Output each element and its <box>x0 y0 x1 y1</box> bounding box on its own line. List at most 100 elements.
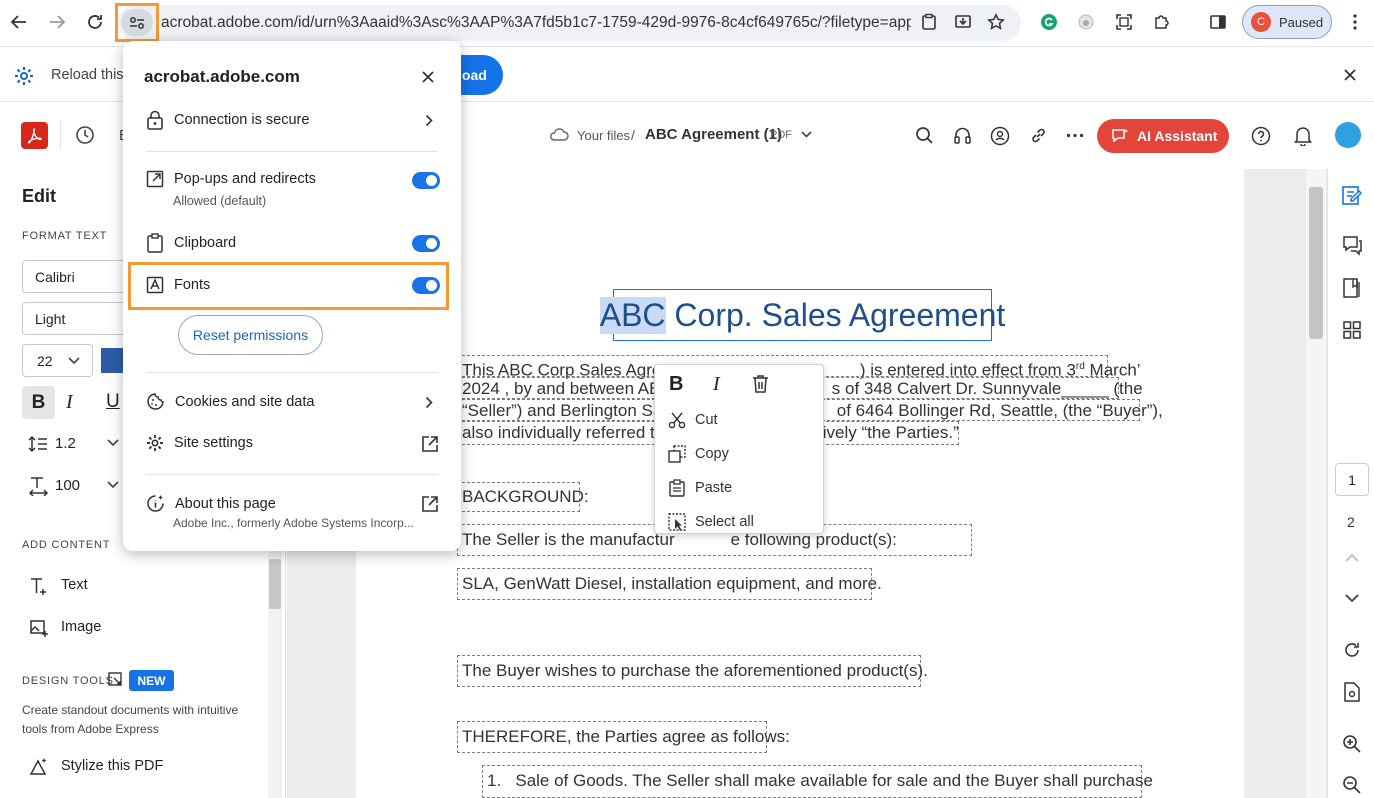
about-label: About this page <box>175 495 276 512</box>
underline-button[interactable]: U <box>106 391 120 413</box>
popups-row: Pop-ups and redirects <box>146 170 316 188</box>
read-aloud-icon[interactable] <box>953 126 972 145</box>
page-settings-icon[interactable] <box>1339 679 1365 705</box>
forward-arrow-icon <box>50 15 66 29</box>
extensions-menu-button[interactable] <box>1147 7 1177 37</box>
text-line: 2024 , by and between ABC <box>462 379 673 398</box>
chevron-down-icon[interactable] <box>1339 585 1365 611</box>
connection-row[interactable]: Connection is secure <box>146 110 309 130</box>
bold-button[interactable]: B <box>22 386 55 419</box>
search-icon[interactable] <box>915 126 934 145</box>
more-options-icon[interactable] <box>1066 133 1084 138</box>
char-scale-chevron-icon[interactable] <box>107 481 119 489</box>
font-icon <box>146 276 164 294</box>
popup-domain: acrobat.adobe.com <box>144 67 300 86</box>
add-image-icon <box>29 618 50 638</box>
stylize-pdf-button[interactable]: Stylize this PDF <box>61 758 163 774</box>
about-page-row[interactable]: About this page <box>146 494 276 513</box>
page-2-button[interactable]: 2 <box>1347 514 1355 530</box>
line-spacing-icon <box>28 434 48 454</box>
grammarly-extension[interactable] <box>1034 7 1064 37</box>
scrollbar-thumb[interactable] <box>269 559 281 609</box>
scrollbar-thumb[interactable] <box>1309 187 1323 339</box>
rotate-icon[interactable] <box>1339 637 1365 663</box>
breadcrumb-root[interactable]: Your files <box>577 128 630 143</box>
bookmarks-icon[interactable] <box>1339 275 1365 301</box>
browser-menu-button[interactable] <box>1340 7 1370 37</box>
info-bar-text: Reload this <box>51 67 124 83</box>
comment-icon[interactable] <box>1339 232 1365 258</box>
select-all-menu-item[interactable]: Select all <box>668 513 754 531</box>
italic-button[interactable]: I <box>66 391 73 414</box>
zoom-out-icon[interactable] <box>1339 772 1365 798</box>
screenshot-button[interactable] <box>1109 7 1139 37</box>
reload-button[interactable] <box>80 7 110 37</box>
file-name[interactable]: ABC Agreement (1) <box>645 126 782 143</box>
zoom-in-icon[interactable] <box>1339 731 1365 757</box>
extension-button[interactable] <box>1071 7 1101 37</box>
thumbnails-grid-icon[interactable] <box>1339 317 1365 343</box>
font-weight-select[interactable]: Light <box>22 302 132 335</box>
scissors-icon <box>668 412 686 429</box>
text-color-swatch[interactable] <box>101 348 125 373</box>
user-avatar[interactable] <box>1335 122 1361 148</box>
chevron-right-icon[interactable] <box>425 396 433 409</box>
line-spacing-value[interactable]: 1.2 <box>55 435 76 452</box>
clipboard-toggle[interactable] <box>412 235 440 252</box>
text-block[interactable]: SLA, GenWatt Diesel, installation equipm… <box>457 568 882 600</box>
open-in-new-icon[interactable] <box>421 435 439 453</box>
design-tools-desc-1: Create standout documents with intuitive <box>22 703 239 717</box>
clipboard-indicator-button[interactable] <box>914 7 944 37</box>
font-size-select[interactable]: 22 <box>22 344 93 377</box>
char-scale-value[interactable]: 100 <box>55 477 80 494</box>
open-external-icon[interactable] <box>108 672 123 687</box>
back-button[interactable] <box>4 7 34 37</box>
side-panel-button[interactable] <box>1203 7 1233 37</box>
context-italic-button[interactable]: I <box>713 373 720 396</box>
install-app-button[interactable] <box>948 7 978 37</box>
cookies-row[interactable]: Cookies and site data <box>146 392 314 411</box>
edit-pdf-icon[interactable] <box>1339 182 1365 208</box>
help-icon[interactable] <box>1251 126 1271 146</box>
document-scrollbar[interactable] <box>1306 169 1326 798</box>
add-text-button[interactable]: Text <box>61 577 88 593</box>
page-1-button[interactable]: 1 <box>1335 463 1369 496</box>
font-family-select[interactable]: Calibri <box>22 260 132 293</box>
delete-trash-icon[interactable] <box>751 374 770 394</box>
text-block[interactable]: THEREFORE, the Parties agree as follows: <box>457 721 790 753</box>
site-info-button[interactable] <box>121 9 153 36</box>
paste-menu-item[interactable]: Paste <box>668 479 732 497</box>
line-spacing-chevron-icon[interactable] <box>107 439 119 447</box>
open-in-new-icon[interactable] <box>421 495 439 513</box>
profile-button[interactable]: C Paused <box>1242 5 1332 39</box>
reset-permissions-button[interactable]: Reset permissions <box>178 315 323 355</box>
chevron-right-icon[interactable] <box>425 114 433 127</box>
ai-assistant-button[interactable]: AI Assistant <box>1097 119 1229 153</box>
document-title[interactable]: ABC Corp. Sales Agreement <box>599 289 1005 341</box>
site-settings-row[interactable]: Site settings <box>146 434 253 452</box>
cut-menu-item[interactable]: Cut <box>668 411 718 429</box>
add-image-button[interactable]: Image <box>61 619 101 635</box>
divider <box>146 474 438 475</box>
link-icon[interactable] <box>1029 126 1048 145</box>
close-infobar-button[interactable] <box>1341 66 1359 84</box>
history-button[interactable] <box>75 125 95 145</box>
notifications-bell-icon[interactable] <box>1293 125 1313 146</box>
acrobat-logo-icon[interactable] <box>21 122 48 149</box>
close-icon <box>1344 69 1356 81</box>
share-people-icon[interactable] <box>990 126 1010 146</box>
file-menu-chevron-icon[interactable] <box>801 131 812 139</box>
bookmark-button[interactable] <box>981 7 1011 37</box>
popups-sublabel: Allowed (default) <box>173 194 267 208</box>
close-popup-button[interactable] <box>421 70 435 84</box>
text-block[interactable]: The Buyer wishes to purchase the aforeme… <box>457 655 928 687</box>
fonts-toggle[interactable] <box>412 277 440 294</box>
context-bold-button[interactable]: B <box>669 373 683 396</box>
text-block[interactable]: 1. Sale of Goods. The Seller shall make … <box>482 765 1153 798</box>
popups-toggle[interactable] <box>412 172 440 189</box>
forward-button[interactable] <box>42 7 72 37</box>
chevron-up-icon[interactable] <box>1339 544 1365 570</box>
text-block[interactable]: BACKGROUND: <box>457 482 589 512</box>
copy-menu-item[interactable]: Copy <box>668 445 729 463</box>
breadcrumb-separator: / <box>631 127 635 143</box>
